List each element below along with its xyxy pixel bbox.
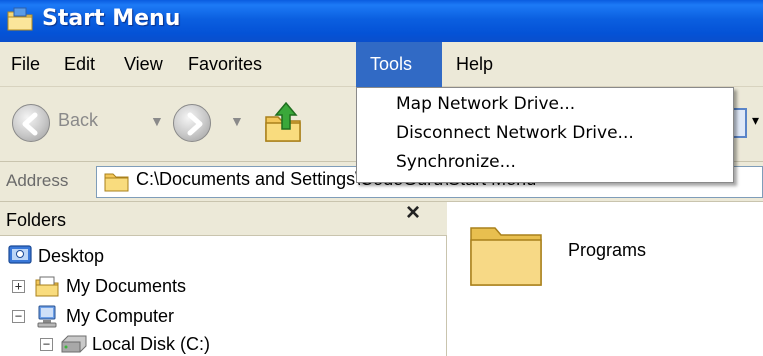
back-button[interactable]: [12, 104, 50, 142]
my-documents-icon: [35, 276, 59, 297]
forward-button[interactable]: [173, 104, 211, 142]
folders-header: [0, 202, 447, 236]
title-bar: Start Menu: [0, 0, 763, 42]
menu-favorites[interactable]: Favorites: [188, 42, 262, 87]
forward-arrow-icon: [187, 112, 203, 136]
menu-item-synchronize[interactable]: Synchronize...: [396, 152, 516, 172]
folder-icon: [104, 173, 129, 192]
tree-item-desktop[interactable]: Desktop: [38, 246, 104, 267]
back-arrow-icon: [22, 112, 38, 136]
local-disk-icon: [61, 335, 87, 353]
tree-item-local-disk[interactable]: Local Disk (C:): [92, 334, 210, 355]
folder-icon[interactable]: [467, 218, 547, 288]
forward-dropdown-icon[interactable]: ▼: [230, 113, 244, 129]
desktop-icon: [8, 245, 32, 264]
collapse-my-computer-icon[interactable]: −: [12, 310, 25, 323]
folders-title: Folders: [6, 210, 67, 230]
views-button[interactable]: [733, 108, 747, 138]
back-label: Back: [58, 110, 99, 130]
folder-window-icon: [7, 7, 33, 31]
collapse-local-disk-icon[interactable]: −: [40, 338, 53, 351]
menu-bar: File Edit View Favorites Tools Help: [0, 42, 763, 87]
window-title: Start Menu: [42, 6, 181, 31]
menu-help[interactable]: Help: [456, 42, 493, 87]
menu-item-map-network-drive[interactable]: Map Network Drive...: [396, 94, 575, 114]
menu-file[interactable]: File: [11, 42, 40, 87]
close-icon[interactable]: ×: [406, 199, 420, 227]
expand-my-documents-icon[interactable]: +: [12, 280, 25, 293]
my-computer-icon: [37, 305, 57, 328]
menu-tools[interactable]: Tools: [356, 42, 442, 87]
views-dropdown-icon[interactable]: ▾: [752, 112, 759, 129]
tree-item-my-computer[interactable]: My Computer: [66, 306, 174, 327]
file-item-programs[interactable]: Programs: [568, 240, 646, 261]
address-label: Address: [6, 171, 69, 190]
tree-item-my-documents[interactable]: My Documents: [66, 276, 186, 297]
menu-item-disconnect-network-drive[interactable]: Disconnect Network Drive...: [396, 123, 634, 143]
back-dropdown-icon[interactable]: ▼: [150, 113, 164, 129]
up-folder-icon[interactable]: [262, 99, 306, 145]
menu-view[interactable]: View: [124, 42, 163, 87]
menu-edit[interactable]: Edit: [64, 42, 95, 87]
